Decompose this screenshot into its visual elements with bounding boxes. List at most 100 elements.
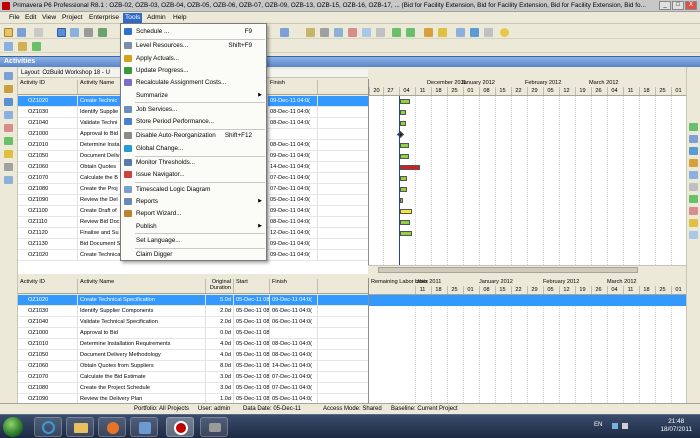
file-explorer-icon[interactable]: [66, 417, 94, 437]
maximize-button[interactable]: □: [672, 1, 684, 10]
zoom-out-icon[interactable]: [406, 28, 415, 37]
menu-item-publish[interactable]: Publish ▶: [121, 221, 266, 232]
grid-icon[interactable]: [334, 28, 343, 37]
forward-icon[interactable]: [32, 42, 41, 51]
camera-taskbar-icon[interactable]: [200, 417, 228, 437]
table-row[interactable]: OZ1050 Document Delivery Methodology 4.0d 0…: [18, 350, 368, 361]
gantt-bar[interactable]: [400, 209, 412, 214]
gantt-bar[interactable]: [400, 176, 407, 181]
gantt-bar[interactable]: [400, 121, 406, 126]
back-icon[interactable]: [18, 42, 27, 51]
sort-icon[interactable]: [362, 28, 371, 37]
menu-tools[interactable]: Tools: [123, 13, 143, 23]
gantt-bar[interactable]: [400, 143, 409, 148]
minimize-button[interactable]: _: [659, 1, 671, 10]
issues-icon[interactable]: [4, 163, 13, 171]
bars-icon[interactable]: [306, 28, 315, 37]
gantt-bar[interactable]: [400, 154, 409, 159]
filter-icon[interactable]: [98, 28, 107, 37]
primavera-taskbar-icon[interactable]: [166, 417, 194, 437]
gantt-bar[interactable]: [400, 187, 407, 192]
col-start-bottom[interactable]: Start: [234, 279, 270, 293]
menu-item-global-change[interactable]: Global Change...: [121, 143, 266, 154]
menu-item-reports[interactable]: Reports ▶: [121, 196, 266, 207]
menu-item-report-wizard[interactable]: Report Wizard...: [121, 208, 266, 219]
col-duration-bottom[interactable]: Original Duration: [206, 279, 234, 293]
menu-item-recalculate-assignment-costs[interactable]: Recalculate Assignment Costs...: [121, 77, 266, 88]
assign-side-icon[interactable]: [689, 231, 698, 239]
app-taskbar-icon[interactable]: [130, 417, 158, 437]
menu-project[interactable]: Project: [60, 13, 85, 23]
menu-item-set-language[interactable]: Set Language...: [121, 235, 266, 246]
home-icon[interactable]: [4, 42, 13, 51]
table-row[interactable]: OZ1020Create Technical Specification5.0d…: [18, 295, 368, 306]
timescale-icon[interactable]: [320, 28, 329, 37]
menu-item-claim-digger[interactable]: Claim Digger: [121, 249, 266, 260]
relationship-icon[interactable]: [376, 28, 385, 37]
media-player-icon[interactable]: [98, 417, 126, 437]
menu-item-update-progress[interactable]: Update Progress...: [121, 65, 266, 76]
print-icon[interactable]: [34, 28, 43, 37]
risks-icon[interactable]: [4, 176, 13, 184]
projects-icon[interactable]: [4, 72, 13, 80]
delete-side-icon[interactable]: [689, 207, 698, 215]
wbs-icon[interactable]: [4, 85, 13, 93]
close-button[interactable]: X: [685, 1, 697, 10]
group-side-icon[interactable]: [689, 159, 698, 167]
schedule-toolbar-icon[interactable]: [424, 28, 433, 37]
help-toolbar-icon[interactable]: [500, 28, 509, 37]
table-row[interactable]: OZ1000Approval to Bid0.0d05-Dec-11 08:0(: [18, 328, 368, 339]
group-icon[interactable]: [348, 28, 357, 37]
col-finish[interactable]: Finish: [268, 80, 318, 94]
menu-item-level-resources[interactable]: Level Resources... Shift+F9: [121, 40, 266, 51]
expand-side-icon[interactable]: [689, 183, 698, 191]
tracking-icon[interactable]: [4, 137, 13, 145]
table-row[interactable]: OZ1010 Determine Installation Requirement…: [18, 339, 368, 350]
filter-side-icon[interactable]: [689, 147, 698, 155]
store-toolbar-icon[interactable]: [484, 28, 493, 37]
menu-item-timescaled-logic-diagram[interactable]: Timescaled Logic Diagram: [121, 184, 266, 195]
sort-side-icon[interactable]: [689, 171, 698, 179]
menu-item-monitor-thresholds[interactable]: Monitor Thresholds...: [121, 157, 266, 168]
language-indicator[interactable]: EN: [594, 422, 602, 428]
menu-item-schedule[interactable]: Schedule ... F9: [121, 26, 266, 37]
table-view-icon[interactable]: [57, 28, 66, 37]
col-activity-id-bottom[interactable]: Activity ID: [18, 279, 78, 293]
menu-enterprise[interactable]: Enterprise: [87, 13, 121, 23]
taskbar-clock[interactable]: 21:48 18/07/2011: [660, 418, 692, 434]
gantt-bar[interactable]: [400, 110, 406, 115]
gantt-bar[interactable]: [400, 99, 410, 104]
link-side-icon[interactable]: [689, 219, 698, 227]
table-row[interactable]: OZ1090 Review the Delivery Plan 1.0d 05-Dec…: [18, 394, 368, 403]
open-icon[interactable]: [4, 28, 13, 37]
menu-item-apply-actuals[interactable]: Apply Actuals...: [121, 53, 266, 64]
gantt-view-icon[interactable]: [70, 28, 79, 37]
col-activity-id[interactable]: Activity ID: [18, 80, 78, 94]
pointer-icon[interactable]: [84, 28, 93, 37]
network-icon[interactable]: [612, 423, 618, 429]
add-side-icon[interactable]: [689, 195, 698, 203]
col-activity-name-bottom[interactable]: Activity Name: [78, 279, 206, 293]
gantt-bar[interactable]: [400, 165, 420, 170]
scroll-thumb[interactable]: [378, 267, 638, 273]
menu-item-job-services[interactable]: Job Services...: [121, 104, 266, 115]
menu-edit[interactable]: Edit: [23, 13, 38, 23]
columns-side-icon[interactable]: [689, 135, 698, 143]
zoom-in-icon[interactable]: [392, 28, 401, 37]
table-row[interactable]: OZ1040 Validate Technical Specification 2.…: [18, 317, 368, 328]
progress-spotlight-icon[interactable]: [456, 28, 465, 37]
menu-file[interactable]: File: [7, 13, 22, 23]
menu-help[interactable]: Help: [171, 13, 189, 23]
columns-icon[interactable]: [280, 28, 289, 37]
level-toolbar-icon[interactable]: [438, 28, 447, 37]
menu-item-summarize[interactable]: Summarize ▶: [121, 90, 266, 101]
reports-sidebar-icon[interactable]: [4, 150, 13, 158]
menu-item-disable-auto-reorganization[interactable]: Disable Auto-Reorganization Shift+F12: [121, 130, 266, 141]
menu-item-issue-navigator[interactable]: Issue Navigator...: [121, 169, 266, 180]
top-gantt-hscroll[interactable]: [368, 265, 686, 274]
volume-icon[interactable]: [622, 423, 628, 429]
col-finish-bottom[interactable]: Finish: [270, 279, 318, 293]
menu-view[interactable]: View: [40, 13, 58, 23]
resources-icon[interactable]: [4, 124, 13, 132]
details-icon[interactable]: [689, 123, 698, 131]
